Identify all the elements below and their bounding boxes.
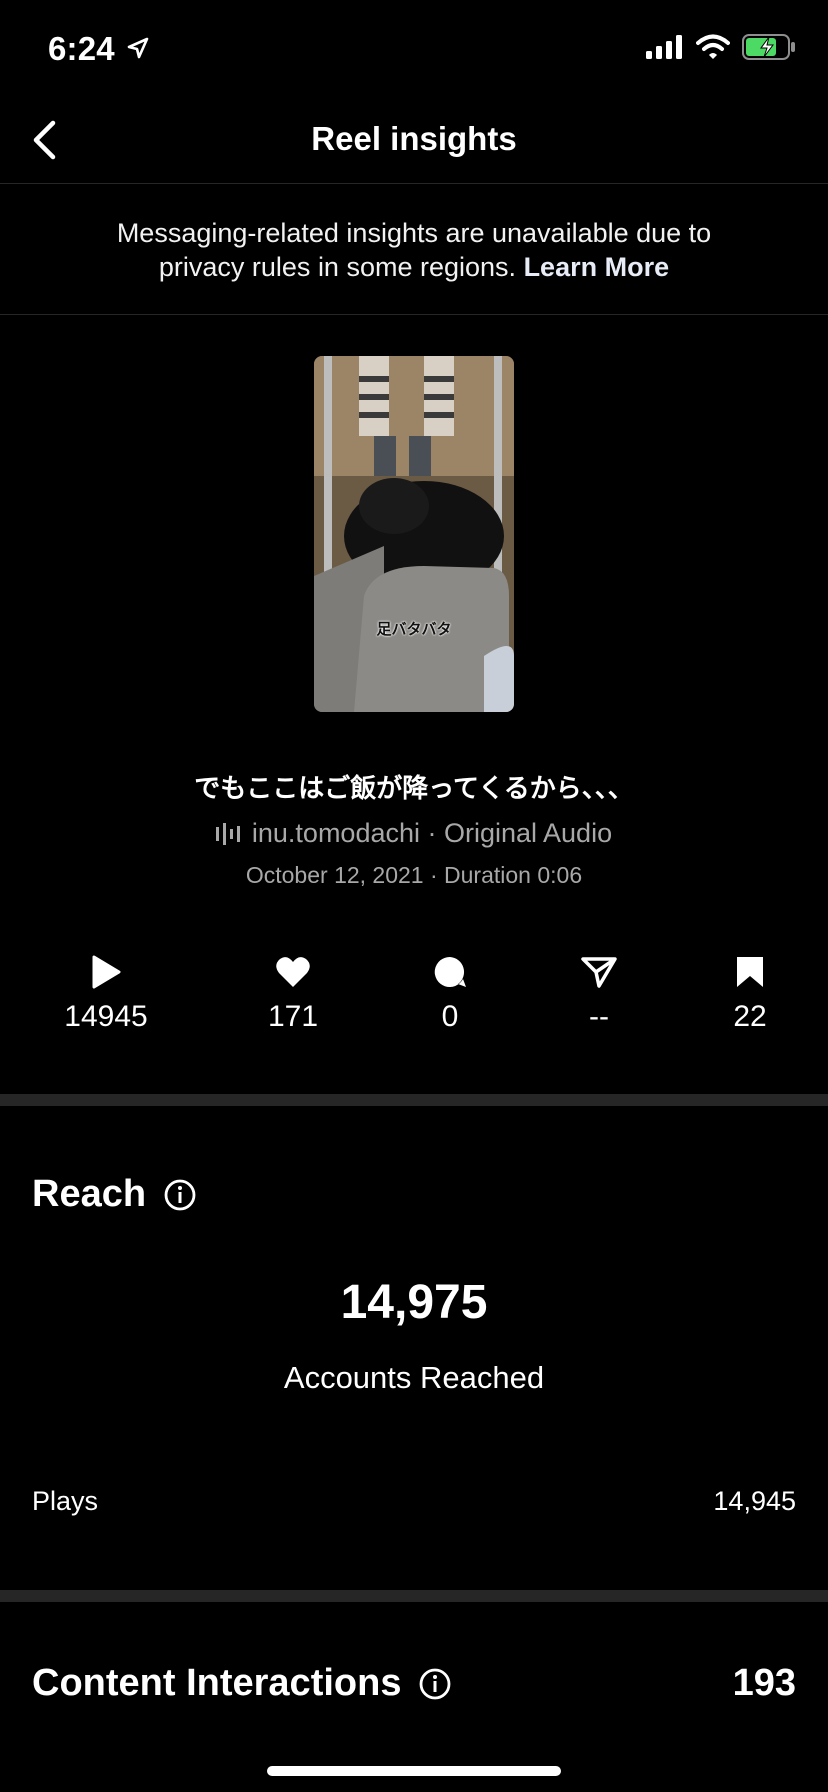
cellular-signal-icon <box>646 35 684 64</box>
notice-text-block: Messaging-related insights are unavailab… <box>80 216 748 284</box>
stat-shares: -- <box>539 950 659 1034</box>
page-title: Reel insights <box>311 120 517 157</box>
audio-label: inu.tomodachi · Original Audio <box>251 818 613 848</box>
location-arrow-icon <box>126 36 150 65</box>
plays-label: Plays <box>32 1486 99 1516</box>
accounts-reached-label: Accounts Reached <box>283 1360 545 1395</box>
share-icon <box>539 950 659 994</box>
stat-comments: 0 <box>390 950 510 1034</box>
reel-meta: October 12, 2021 · Duration 0:06 <box>245 862 583 888</box>
section-divider <box>0 1094 828 1106</box>
battery-charging-icon <box>742 34 796 65</box>
reel-insights-screen: 6:24 Reel insights Messaging-related ins… <box>0 0 828 1792</box>
home-indicator[interactable] <box>267 1766 561 1776</box>
privacy-notice: Messaging-related insights are unavailab… <box>0 185 828 315</box>
heart-icon <box>233 950 353 994</box>
learn-more-link[interactable]: Learn More <box>524 252 670 282</box>
play-icon <box>46 950 166 994</box>
section-divider <box>0 1590 828 1602</box>
content-interactions-title: Content Interactions <box>32 1662 402 1704</box>
plays-row: Plays 14,945 <box>32 1486 796 1517</box>
status-bar: 6:24 <box>0 0 828 96</box>
audio-info[interactable]: inu.tomodachi · Original Audio <box>0 818 828 849</box>
stat-likes: 171 <box>233 950 353 1034</box>
reel-caption: でもここはご飯が降ってくるから、、、 <box>194 773 634 803</box>
reach-section-title: Reach <box>32 1173 196 1216</box>
status-indicators <box>646 34 796 65</box>
status-time: 6:24 <box>48 30 115 67</box>
info-icon[interactable] <box>164 1179 196 1211</box>
reel-thumbnail[interactable]: 足バタバタ <box>314 356 514 712</box>
content-interactions-section-title: Content Interactions <box>32 1662 451 1705</box>
wifi-icon <box>696 34 730 65</box>
plays-value: 14,945 <box>713 1486 796 1516</box>
comment-icon <box>390 950 510 994</box>
audio-waveform-icon <box>215 822 240 845</box>
stat-value: 171 <box>267 1000 319 1033</box>
stat-value: -- <box>589 1000 609 1033</box>
bookmark-icon <box>690 950 810 994</box>
stat-plays: 14945 <box>46 950 166 1034</box>
stat-value: 0 <box>441 1000 459 1033</box>
thumbnail-caption: 足バタバタ <box>376 621 452 638</box>
content-interactions-value: 193 <box>732 1662 796 1704</box>
accounts-reached-value: 14,975 <box>340 1276 488 1329</box>
info-icon[interactable] <box>419 1668 451 1700</box>
stat-saves: 22 <box>690 950 810 1034</box>
stat-value: 14945 <box>64 1000 148 1033</box>
stats-row: 14945 171 0 -- 22 <box>0 950 828 1040</box>
nav-bar: Reel insights <box>0 96 828 184</box>
stat-value: 22 <box>733 1000 767 1033</box>
reach-title: Reach <box>32 1173 147 1215</box>
